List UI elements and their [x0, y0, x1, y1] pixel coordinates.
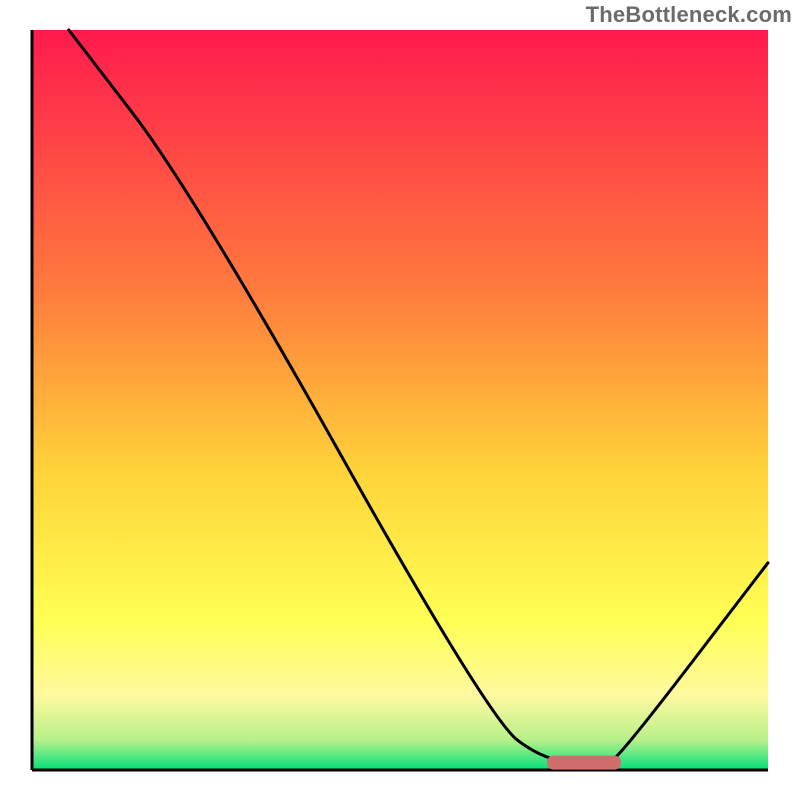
plot-background-gradient — [32, 30, 768, 770]
chart-container: TheBottleneck.com — [0, 0, 800, 800]
bottleneck-curve-chart — [0, 0, 800, 800]
optimal-range-marker — [547, 756, 621, 770]
watermark-text: TheBottleneck.com — [586, 2, 792, 28]
